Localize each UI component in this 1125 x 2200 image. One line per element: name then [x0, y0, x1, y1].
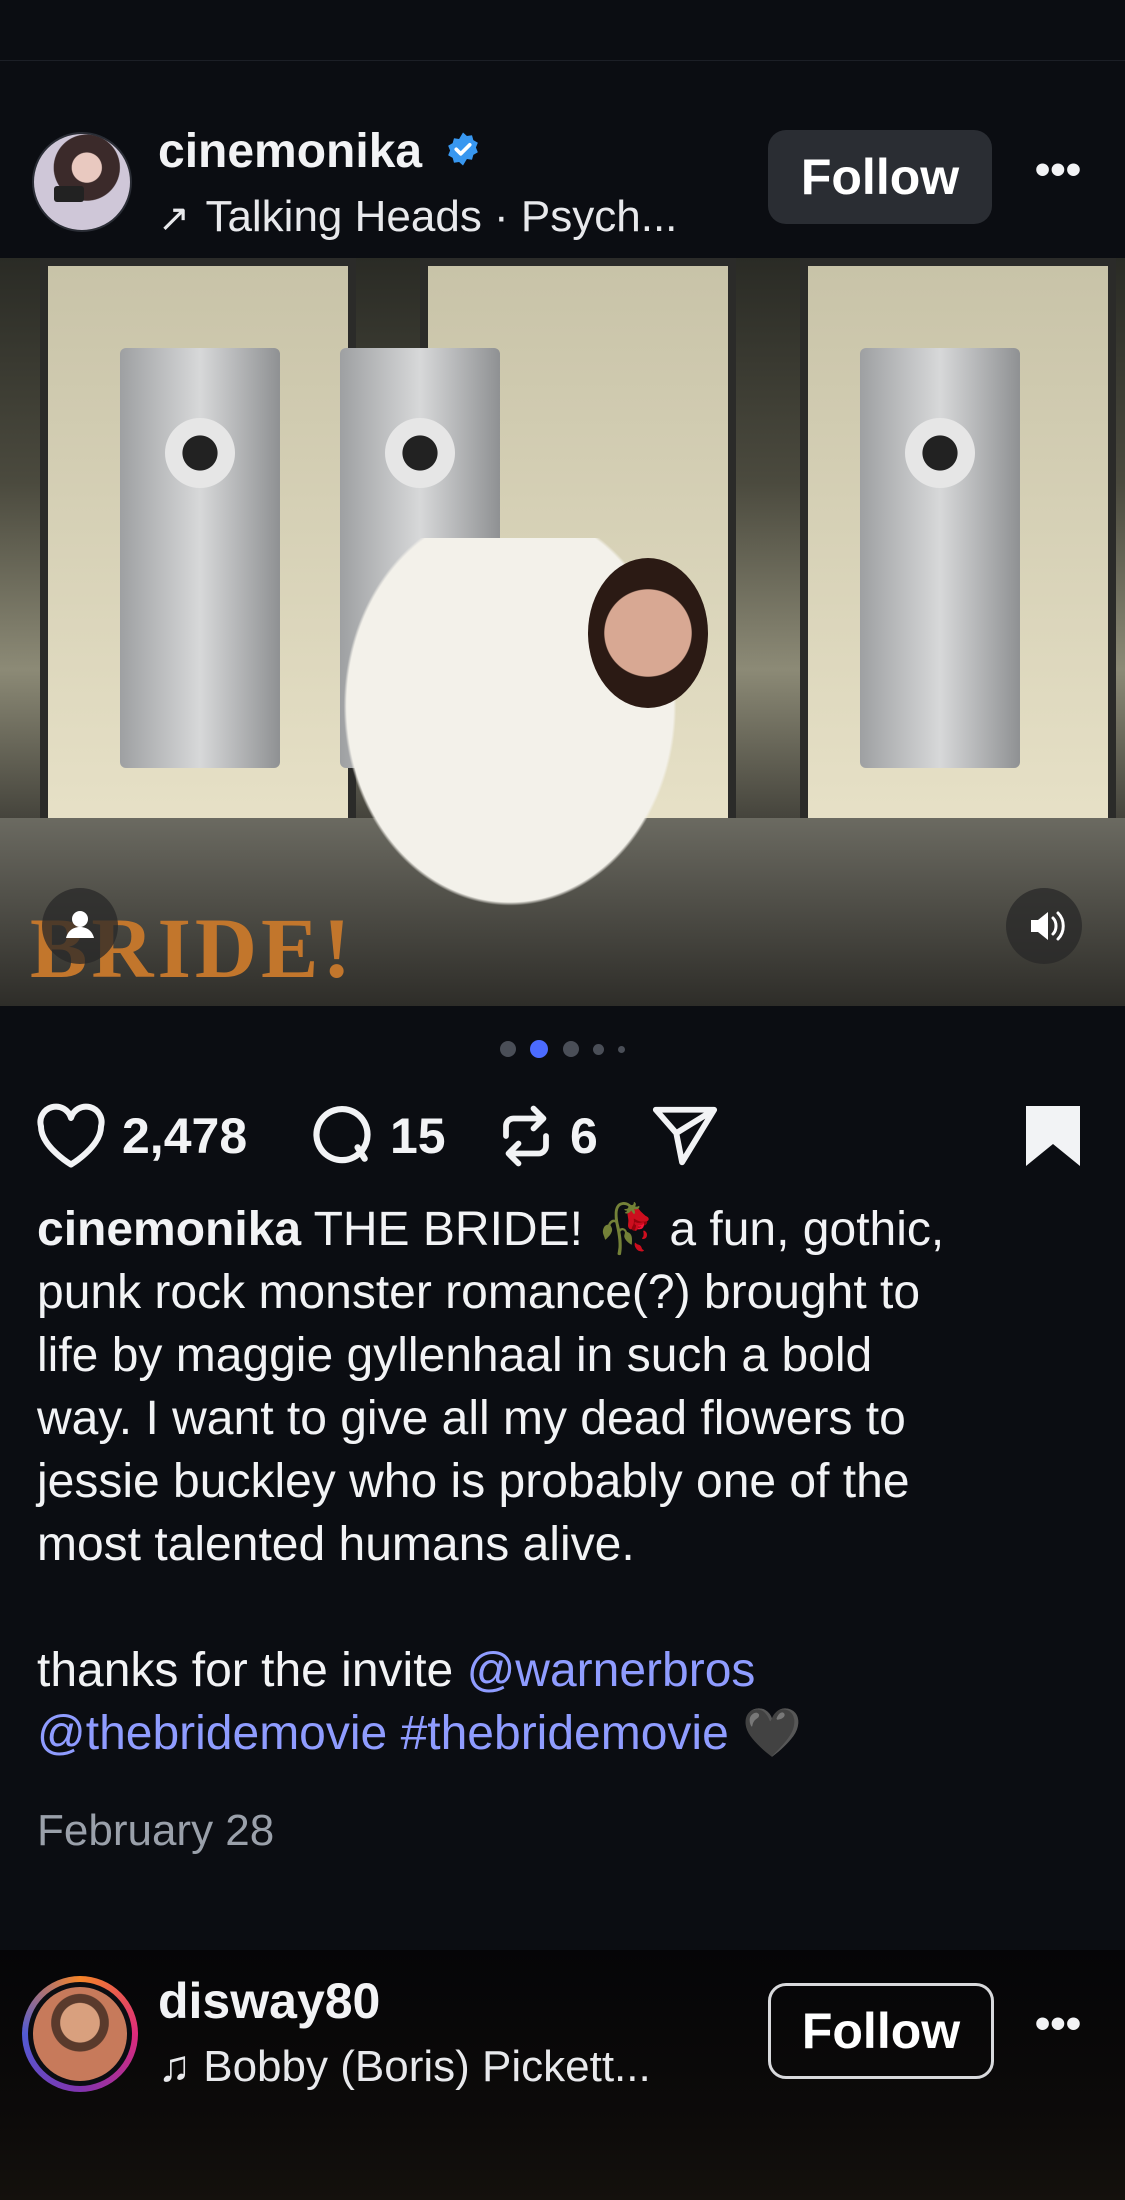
- more-options-icon[interactable]: •••: [1030, 148, 1086, 206]
- caption-text-line: way. I want to give all my dead flowers …: [37, 1392, 906, 1445]
- next-post-audio-track[interactable]: ♫ Bobby (Boris) Pickett...: [158, 2042, 651, 2092]
- user-tag-icon[interactable]: [42, 888, 118, 964]
- heart-icon: [37, 1103, 105, 1168]
- carousel-indicator: [0, 1040, 1125, 1058]
- profile-avatar-story-ring[interactable]: [22, 1976, 138, 2092]
- action-bar: 2,478 15 6: [0, 1096, 1125, 1176]
- music-note-icon: ♫: [158, 2042, 191, 2091]
- arrow-up-right-icon: ↗: [158, 198, 190, 240]
- verified-badge-icon: [445, 124, 481, 179]
- mention-link[interactable]: @warnerbros: [467, 1644, 756, 1697]
- carousel-dot-active: [530, 1040, 549, 1058]
- carousel-dot: [499, 1041, 516, 1057]
- share-button[interactable]: [650, 1096, 720, 1176]
- repost-icon: [503, 1105, 549, 1167]
- carousel-dot: [562, 1041, 579, 1057]
- photo-tower: [120, 348, 280, 768]
- carousel-dot: [592, 1043, 604, 1055]
- top-bar: [0, 0, 1125, 61]
- send-icon: [652, 1106, 718, 1166]
- post-photo[interactable]: BRIDE!: [0, 258, 1125, 1006]
- hashtag-link[interactable]: #thebridemovie: [401, 1707, 729, 1760]
- follow-button[interactable]: Follow: [768, 130, 992, 224]
- caption-text-line: life by maggie gyllenhaal in such a bold: [37, 1329, 873, 1382]
- post-caption: cinemonika THE BRIDE! 🥀 a fun, gothic, p…: [37, 1198, 1087, 1765]
- next-post-follow-button[interactable]: Follow: [768, 1983, 994, 2079]
- comment-button[interactable]: 15: [308, 1096, 446, 1176]
- post-date: February 28: [37, 1806, 275, 1855]
- profile-avatar[interactable]: [32, 132, 132, 232]
- like-button[interactable]: 2,478: [34, 1096, 247, 1176]
- comment-icon: [313, 1106, 371, 1164]
- caption-text-line: THE BRIDE! 🥀 a fun, gothic,: [313, 1203, 945, 1256]
- caption-text-line: punk rock monster romance(?) brought to: [37, 1266, 921, 1319]
- caption-text-line: most talented humans alive.: [37, 1518, 635, 1571]
- repost-button[interactable]: 6: [496, 1096, 598, 1176]
- caption-thanks-text: thanks for the invite: [37, 1644, 454, 1697]
- sound-on-icon[interactable]: [1006, 888, 1082, 964]
- comment-count: 15: [390, 1108, 446, 1164]
- black-heart-emoji: 🖤: [742, 1707, 802, 1760]
- repost-count: 6: [570, 1108, 598, 1164]
- photo-subject-head: [588, 558, 708, 708]
- audio-track[interactable]: ↗ Talking Heads · Psych...: [158, 192, 677, 242]
- caption-text-line: jessie buckley who is probably one of th…: [37, 1455, 910, 1508]
- more-options-icon[interactable]: •••: [1030, 2002, 1086, 2060]
- caption-username[interactable]: cinemonika: [37, 1203, 301, 1256]
- bookmark-icon[interactable]: [1024, 1104, 1082, 1173]
- next-post-username[interactable]: disway80: [158, 1972, 380, 2030]
- photo-tower: [860, 348, 1020, 768]
- like-count: 2,478: [122, 1108, 248, 1164]
- carousel-dot: [618, 1045, 626, 1053]
- mention-link[interactable]: @thebridemovie: [37, 1707, 387, 1760]
- post-username[interactable]: cinemonika: [158, 124, 481, 179]
